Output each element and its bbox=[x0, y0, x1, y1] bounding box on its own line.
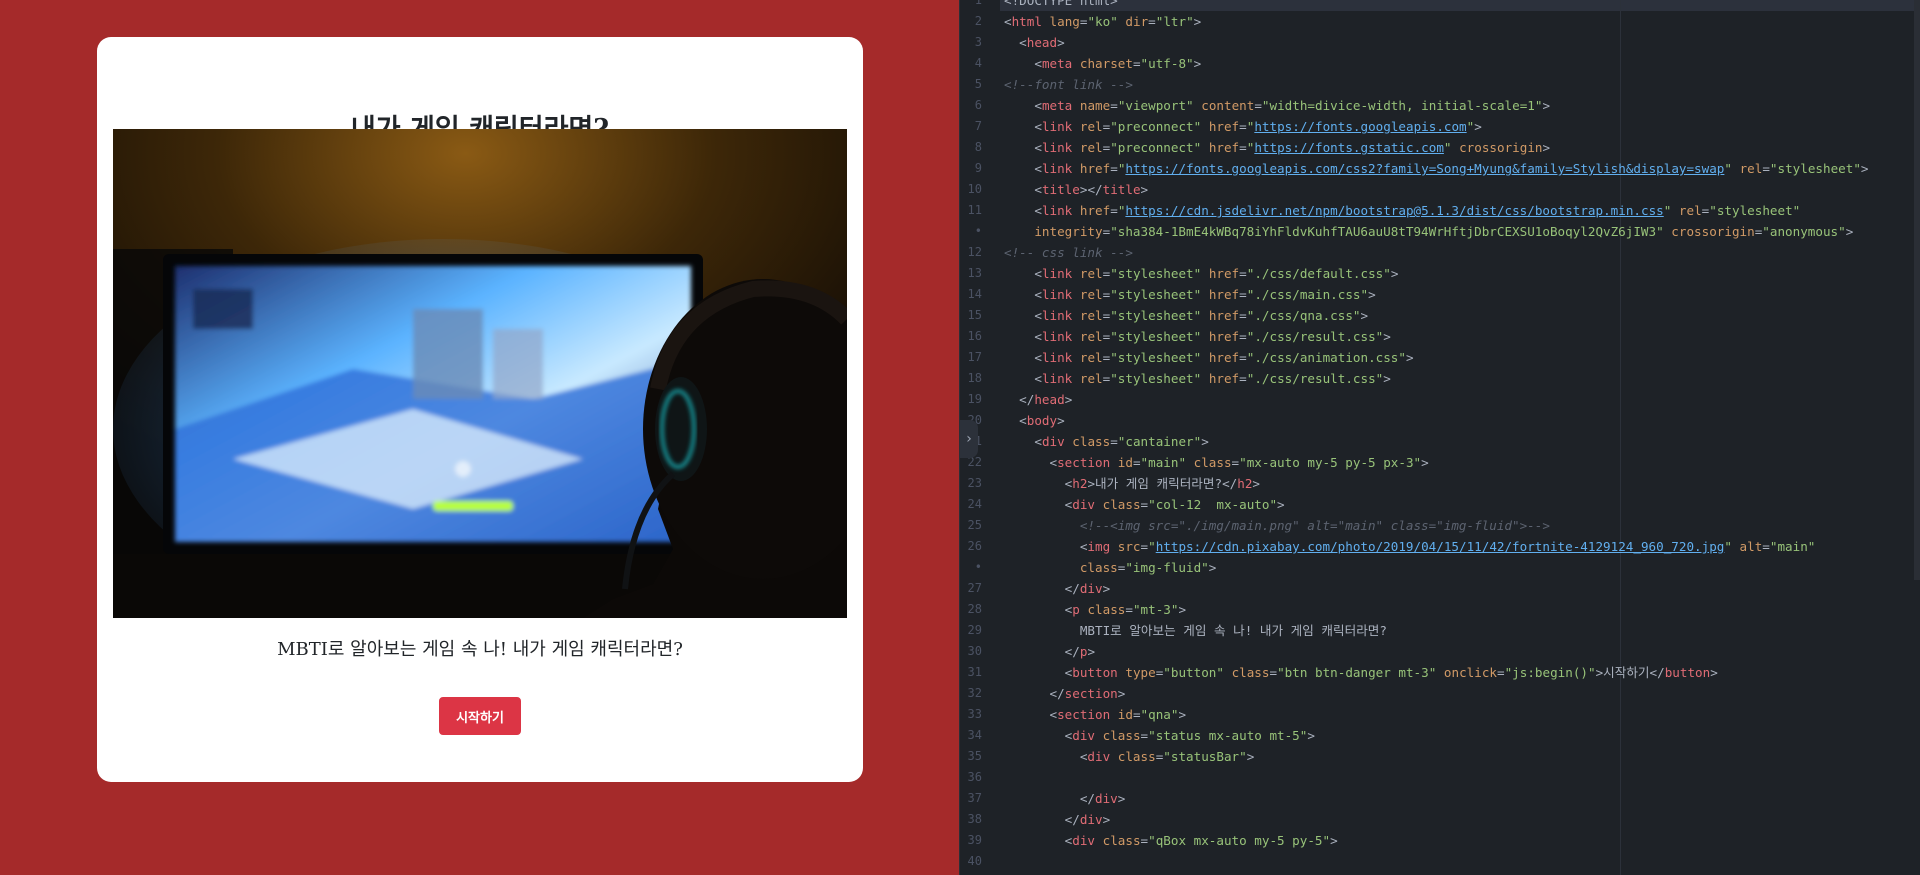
line-number: 11 bbox=[967, 203, 982, 217]
code-line[interactable]: <link rel="stylesheet" href="./css/defau… bbox=[1004, 263, 1398, 284]
collapse-panel-icon[interactable]: › bbox=[960, 420, 978, 458]
code-line[interactable]: <body> bbox=[1004, 410, 1065, 431]
code-line[interactable]: integrity="sha384-1BmE4kWBq78iYhFldvKuhf… bbox=[1004, 221, 1853, 242]
line-number: 26 bbox=[967, 539, 982, 553]
code-line[interactable]: </div> bbox=[1004, 788, 1126, 809]
code-line[interactable]: <!--font link --> bbox=[1004, 74, 1133, 95]
line-number: 32 bbox=[967, 686, 982, 700]
code-line[interactable]: class="img-fluid"> bbox=[1004, 557, 1217, 578]
line-number: 35 bbox=[967, 749, 982, 763]
line-number: 16 bbox=[967, 329, 982, 343]
code-line[interactable]: </div> bbox=[1004, 578, 1111, 599]
code-line[interactable]: <div class="cantainer"> bbox=[1004, 431, 1208, 452]
code-line[interactable]: <div class="col-12 mx-auto"> bbox=[1004, 494, 1285, 515]
line-number: 25 bbox=[967, 518, 982, 532]
line-number: 37 bbox=[967, 791, 982, 805]
code-line[interactable]: <link rel="preconnect" href="https://fon… bbox=[1004, 116, 1482, 137]
code-editor[interactable]: 1234567891011•12131415161718192021222324… bbox=[960, 0, 1920, 875]
code-line[interactable]: <h2>내가 게임 캐릭터라면?</h2> bbox=[1004, 473, 1260, 494]
code-line[interactable]: <div class="status mx-auto mt-5"> bbox=[1004, 725, 1315, 746]
code-line[interactable]: <link href="https://cdn.jsdelivr.net/npm… bbox=[1004, 200, 1800, 221]
code-line[interactable]: <link rel="preconnect" href="https://fon… bbox=[1004, 137, 1550, 158]
line-number: 28 bbox=[967, 602, 982, 616]
start-button[interactable]: 시작하기 bbox=[439, 697, 521, 735]
code-line[interactable]: <p class="mt-3"> bbox=[1004, 599, 1186, 620]
line-number: 12 bbox=[967, 245, 982, 259]
code-line[interactable]: </section> bbox=[1004, 683, 1126, 704]
code-line[interactable]: <html lang="ko" dir="ltr"> bbox=[1004, 11, 1201, 32]
code-line[interactable]: </div> bbox=[1004, 809, 1111, 830]
vertical-scrollbar[interactable] bbox=[1914, 0, 1920, 580]
line-number: 34 bbox=[967, 728, 982, 742]
line-number: 1 bbox=[974, 0, 982, 7]
line-number: 31 bbox=[967, 665, 982, 679]
line-number: • bbox=[974, 560, 982, 574]
code-line[interactable]: <div class="statusBar"> bbox=[1004, 746, 1254, 767]
main-image bbox=[113, 129, 847, 618]
line-number: 14 bbox=[967, 287, 982, 301]
code-line[interactable]: <link rel="stylesheet" href="./css/main.… bbox=[1004, 284, 1375, 305]
code-line[interactable]: </p> bbox=[1004, 641, 1095, 662]
line-number: 19 bbox=[967, 392, 982, 406]
gamer-photo bbox=[113, 129, 847, 618]
line-number: 7 bbox=[974, 119, 982, 133]
line-number: 39 bbox=[967, 833, 982, 847]
main-section-card: 내가 게임 캐릭터라면? bbox=[97, 37, 863, 782]
line-number: 6 bbox=[974, 98, 982, 112]
browser-preview: 내가 게임 캐릭터라면? bbox=[0, 0, 960, 875]
line-number: 8 bbox=[974, 140, 982, 154]
code-line[interactable]: <meta name="viewport" content="width=div… bbox=[1004, 95, 1550, 116]
code-line[interactable]: <link rel="stylesheet" href="./css/resul… bbox=[1004, 368, 1390, 389]
code-line[interactable]: <div class="qBox mx-auto my-5 py-5"> bbox=[1004, 830, 1338, 851]
code-line[interactable]: <link rel="stylesheet" href="./css/resul… bbox=[1004, 326, 1390, 347]
wrap-guide bbox=[1620, 0, 1621, 875]
intro-text: MBTI로 알아보는 게임 속 나! 내가 게임 캐릭터라면? bbox=[277, 639, 683, 660]
code-line[interactable]: MBTI로 알아보는 게임 속 나! 내가 게임 캐릭터라면? bbox=[1004, 620, 1387, 641]
code-line[interactable]: <section id="qna"> bbox=[1004, 704, 1187, 725]
line-number: 17 bbox=[967, 350, 982, 364]
line-number: 3 bbox=[974, 35, 982, 49]
line-number: 15 bbox=[967, 308, 982, 322]
line-number: • bbox=[974, 224, 982, 238]
line-number: 23 bbox=[967, 476, 982, 490]
code-line[interactable]: <title></title> bbox=[1004, 179, 1148, 200]
code-line[interactable]: <link rel="stylesheet" href="./css/qna.c… bbox=[1004, 305, 1368, 326]
code-line[interactable]: <link href="https://fonts.googleapis.com… bbox=[1004, 158, 1868, 179]
line-number: 40 bbox=[967, 854, 982, 868]
line-number: 2 bbox=[974, 14, 982, 28]
code-line[interactable]: <!--<img src="./img/main.png" alt="main"… bbox=[1004, 515, 1550, 536]
code-line[interactable]: </head> bbox=[1004, 389, 1072, 410]
line-number: 29 bbox=[967, 623, 982, 637]
line-number: 13 bbox=[967, 266, 982, 280]
line-number: 5 bbox=[974, 77, 982, 91]
code-line[interactable]: <!-- css link --> bbox=[1004, 242, 1133, 263]
line-number: 24 bbox=[967, 497, 982, 511]
line-number: 10 bbox=[967, 182, 982, 196]
line-number: 27 bbox=[967, 581, 982, 595]
code-line[interactable]: <link rel="stylesheet" href="./css/anima… bbox=[1004, 347, 1413, 368]
line-number: 36 bbox=[967, 770, 982, 784]
code-line[interactable]: <!DOCTYPE html> bbox=[1004, 0, 1118, 11]
line-number: 4 bbox=[974, 56, 982, 70]
line-number: 33 bbox=[967, 707, 982, 721]
line-number: 38 bbox=[967, 812, 982, 826]
code-line[interactable]: <img src="https://cdn.pixabay.com/photo/… bbox=[1004, 536, 1816, 557]
code-line[interactable]: <section id="main" class="mx-auto my-5 p… bbox=[1004, 452, 1429, 473]
code-line[interactable]: <button type="button" class="btn btn-dan… bbox=[1004, 662, 1718, 683]
code-line[interactable]: <meta charset="utf-8"> bbox=[1004, 53, 1201, 74]
line-number: 9 bbox=[974, 161, 982, 175]
line-number: 30 bbox=[967, 644, 982, 658]
code-line[interactable]: <head> bbox=[1004, 32, 1065, 53]
line-number: 18 bbox=[967, 371, 982, 385]
